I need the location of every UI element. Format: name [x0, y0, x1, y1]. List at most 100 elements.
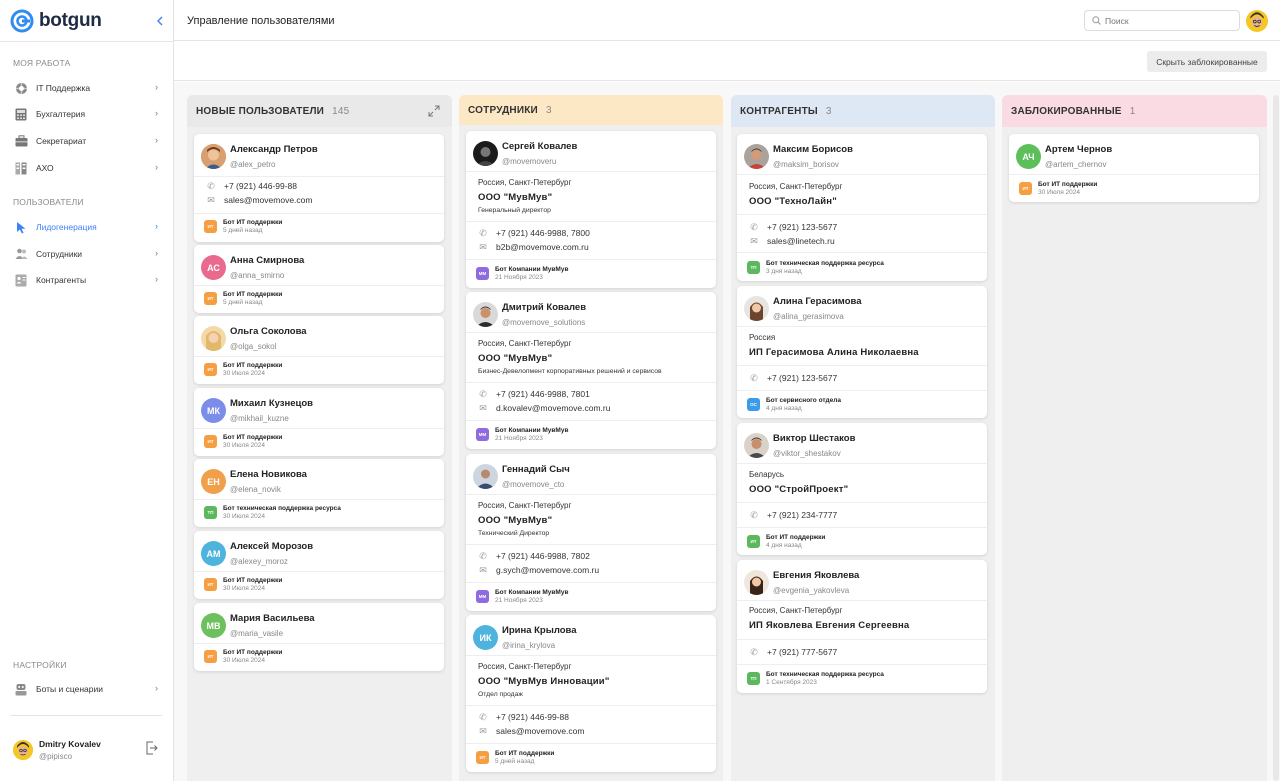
user-handle: @maksim_borisov — [773, 160, 839, 169]
user-name: Сергей Ковалев — [502, 141, 578, 152]
user-card[interactable]: АМ Алексей Морозов @alexey_moroz ИТ Бот ИТ… — [194, 531, 444, 599]
phone-line: ✆ +7 (921) 123-5677 — [749, 222, 837, 233]
current-user[interactable]: Dmitry Kovalev @pipisco — [13, 737, 163, 763]
position: Бизнес-Девелопмент корпоративных решений… — [478, 368, 662, 375]
user-card[interactable]: ИК Ирина Крылова @irina_krylova Россия, С… — [466, 615, 716, 772]
user-name: Dmitry Kovalev — [39, 739, 101, 749]
card-header: МВ Мария Васильева @maria_vasile — [201, 613, 315, 638]
bot-name: Бот Компании МувМув — [495, 266, 569, 273]
card-header: АЧ Артем Чернов @artem_chernov — [1016, 144, 1112, 169]
column-count: 145 — [332, 105, 350, 117]
divider — [737, 214, 987, 215]
collapse-sidebar-icon[interactable] — [154, 14, 168, 28]
sidebar-divider — [10, 715, 162, 716]
sidebar-item-employees[interactable]: Сотрудники › — [14, 244, 160, 264]
bot-icon: ОС — [747, 398, 760, 411]
divider — [1009, 174, 1259, 175]
search-input[interactable] — [1105, 15, 1225, 26]
card-header: ИК Ирина Крылова @irina_krylova — [473, 625, 577, 650]
user-handle: @movemoveru — [502, 157, 557, 166]
bot-icon: ИТ — [204, 292, 217, 305]
phone-icon: ✆ — [479, 711, 487, 722]
divider — [737, 639, 987, 640]
user-card[interactable]: Дмитрий Ковалев @movemove_solutions Росси… — [466, 292, 716, 449]
bot-source: ИТ Бот ИТ поддержки 30 Июля 2024 — [1019, 181, 1097, 196]
user-card[interactable]: МВ Мария Васильева @maria_vasile ИТ Бот ИТ… — [194, 603, 444, 671]
user-card[interactable]: Геннадий Сыч @movemove_cto Россия, Санкт-… — [466, 454, 716, 611]
sidebar-item-leadgen[interactable]: Лидогенерация › — [14, 217, 160, 237]
avatar — [201, 326, 226, 351]
bot-icon: ИТ — [747, 535, 760, 548]
user-card[interactable]: МК Михаил Кузнецов @mikhail_kuzne ИТ Бот И… — [194, 388, 444, 456]
user-handle: @evgenia_yakovleva — [773, 586, 850, 595]
email: g.sych@movemove.com.ru — [496, 565, 600, 575]
avatar: МВ — [201, 613, 226, 638]
board-scrollbar[interactable] — [1273, 95, 1279, 781]
bot-source: ОС Бот сервисного отдела 4 дня назад — [747, 397, 841, 412]
divider — [466, 332, 716, 333]
email-line: ✉ sales@linetech.ru — [749, 236, 835, 247]
user-handle: @maria_vasile — [230, 629, 284, 638]
column-count: 1 — [1129, 105, 1136, 117]
chevron-right-icon: › — [155, 274, 158, 284]
bot-name: Бот ИТ поддержки — [223, 649, 283, 656]
bot-source: ИТ Бот ИТ поддержки 4 дня назад — [747, 534, 825, 549]
sidebar-item-secretariat[interactable]: Секретариат › — [14, 131, 160, 151]
user-card[interactable]: Виктор Шестаков @viktor_shestakov Беларус… — [737, 423, 987, 555]
column-title: НОВЫЕ ПОЛЬЗОВАТЕЛИ — [196, 105, 325, 117]
mail-icon: ✉ — [479, 564, 487, 575]
divider — [737, 600, 987, 601]
user-handle: @movemove_solutions — [502, 318, 586, 327]
logout-icon[interactable] — [146, 741, 158, 755]
card-header: АМ Алексей Морозов @alexey_moroz — [201, 541, 313, 566]
user-handle: @irina_krylova — [502, 641, 556, 650]
bot-time: 3 дня назад — [766, 268, 802, 275]
user-card[interactable]: Максим Борисов @maksim_borisov Россия, Са… — [737, 134, 987, 281]
bot-name: Бот ИТ поддержки — [495, 750, 555, 757]
user-card[interactable]: Евгения Яковлева @evgenia_yakovleva Росси… — [737, 560, 987, 693]
sidebar-divider — [0, 41, 173, 42]
search-box[interactable] — [1084, 10, 1240, 31]
bot-time: 30 Июля 2024 — [223, 442, 266, 449]
profile-avatar[interactable] — [1246, 10, 1268, 32]
sidebar-item-contractors[interactable]: Контрагенты › — [14, 270, 160, 290]
sidebar-item-aho[interactable]: АХО › — [14, 158, 160, 178]
phone-icon: ✆ — [479, 227, 487, 238]
user-card[interactable]: ЕН Елена Новикова @elena_novik ТП Бот техн… — [194, 459, 444, 527]
logo[interactable]: botgun — [10, 9, 102, 33]
divider — [194, 428, 444, 429]
user-card[interactable]: Алина Герасимова @alina_gerasimova Россия… — [737, 286, 987, 418]
user-card[interactable]: Сергей Ковалев @movemoveru Россия, Санкт-… — [466, 131, 716, 288]
sidebar-item-accounting[interactable]: Бухгалтерия › — [14, 104, 160, 124]
email: b2b@movemove.com.ru — [496, 242, 589, 252]
divider — [466, 171, 716, 172]
bot-source: ИТ Бот ИТ поддержки 30 Июля 2024 — [204, 434, 282, 449]
phone-line: ✆ +7 (921) 123-5677 — [749, 373, 837, 384]
position: Технический Директор — [478, 530, 550, 537]
user-card[interactable]: Ольга Соколова @olga_sokol ИТ Бот ИТ подде… — [194, 316, 444, 384]
expand-icon[interactable] — [428, 105, 440, 117]
user-handle: @viktor_shestakov — [773, 449, 841, 458]
email: sales@linetech.ru — [767, 236, 835, 246]
user-card[interactable]: АЧ Артем Чернов @artem_chernov ИТ Бот ИТ п… — [1009, 134, 1259, 202]
bot-icon: ИТ — [204, 363, 217, 376]
mail-icon: ✉ — [479, 402, 487, 413]
bot-name: Бот ИТ поддержки — [223, 362, 283, 369]
bot-icon: ММ — [476, 428, 489, 441]
user-card[interactable]: Александр Петров @alex_petro ✆ +7 (921) 44… — [194, 134, 444, 242]
hide-blocked-button[interactable]: Скрыть заблокированные — [1147, 51, 1267, 72]
sidebar-item-bots[interactable]: Боты и сценарии › — [14, 679, 160, 699]
user-name: Евгения Яковлева — [773, 570, 860, 581]
user-card[interactable]: АС Анна Смирнова @anna_smirno ИТ Бот ИТ по… — [194, 245, 444, 313]
mail-icon: ✉ — [479, 725, 487, 736]
sidebar-item-it-support[interactable]: IT Поддержка › — [14, 78, 160, 98]
bot-name: Бот ИТ поддержки — [223, 434, 283, 441]
bot-time: 5 дней назад — [223, 227, 263, 234]
email: sales@movemove.com — [224, 195, 313, 205]
divider — [194, 499, 444, 500]
location: Россия, Санкт-Петербург — [478, 662, 572, 671]
user-name: Михаил Кузнецов — [230, 398, 314, 409]
bot-time: 30 Июля 2024 — [1038, 189, 1081, 196]
bot-time: 30 Июля 2024 — [223, 657, 266, 664]
user-name: Виктор Шестаков — [773, 433, 856, 444]
